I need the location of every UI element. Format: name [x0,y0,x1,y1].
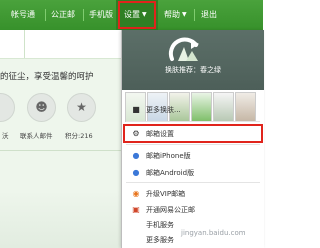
contact-icon: ☻ [35,100,48,114]
points-icon: ★ [76,100,87,114]
nav-help[interactable]: 帮助 ▼ [164,0,187,30]
shortcut-caption-1: 沃 [2,132,9,140]
nav-account[interactable]: 帐号通 [11,0,35,30]
contact-mail-label: 联系人邮件 [20,132,53,140]
nav-fair-mail[interactable]: 公正邮 [51,0,75,30]
skin-recommendation-title: 换肤推荐：春之绿 [165,66,221,74]
nav-mobile[interactable]: 手机版 [89,0,113,30]
menu-item-label: 手机服务 [146,221,174,229]
menu-item-fair-mail[interactable]: ▣ 开通网易公正邮 [122,203,264,217]
vip-icon: ◉ [132,189,140,198]
menu-item-label: 更多换肤... [146,106,181,114]
skin-recommendation-banner[interactable]: 换肤推荐：春之绿 [122,30,264,90]
mail-home-pane: 的征尘，享受温馨的呵护 ☻ ★ 沃 联系人邮件 积分:216 [0,30,122,248]
points-shortcut[interactable]: ★ [67,93,96,122]
content-area [0,190,122,248]
settings-highlight-box [118,1,156,29]
menu-item-more-skins[interactable]: ■ 更多换肤... [122,103,264,117]
nav-separator [194,9,195,21]
chevron-down-icon: ▼ [182,11,187,18]
nav-logout[interactable]: 退出 [201,0,217,30]
menu-item-label: 开通网易公正邮 [146,206,195,214]
android-icon: ● [132,168,140,177]
divider [0,150,122,151]
menu-item-upgrade-vip[interactable]: ◉ 升级VIP邮箱 [122,187,264,201]
menu-item-label: 升级VIP邮箱 [146,190,186,198]
tab-stub[interactable] [16,30,25,58]
gift-icon: ▣ [132,205,140,214]
toolbar-strip [0,30,122,59]
points-label: 积分:216 [65,132,93,140]
menu-item-label: 邮箱Android版 [146,169,195,177]
menu-item-label: 邮箱iPhone版 [146,152,191,160]
nav-help-label: 帮助 [164,10,180,19]
apple-icon: ● [132,151,140,160]
nav-separator [83,9,84,21]
mail-settings-highlight-box [123,124,263,143]
nav-separator [45,9,46,21]
shortcut-circle-1[interactable] [0,93,15,122]
menu-item-android[interactable]: ● 邮箱Android版 [122,166,264,180]
menu-item-iphone[interactable]: ● 邮箱iPhone版 [122,149,264,163]
tshirt-icon: ■ [132,105,140,114]
contact-mail-shortcut[interactable]: ☻ [27,93,56,122]
menu-item-label: 更多服务 [146,236,174,244]
menu-divider [126,144,260,145]
menu-divider [126,121,260,122]
skin-logo-icon [168,37,199,61]
welcome-slogan: 的征尘，享受温馨的呵护 [0,72,94,82]
menu-divider [126,182,260,183]
watermark-text: jingyan.baidu.com [181,229,246,237]
